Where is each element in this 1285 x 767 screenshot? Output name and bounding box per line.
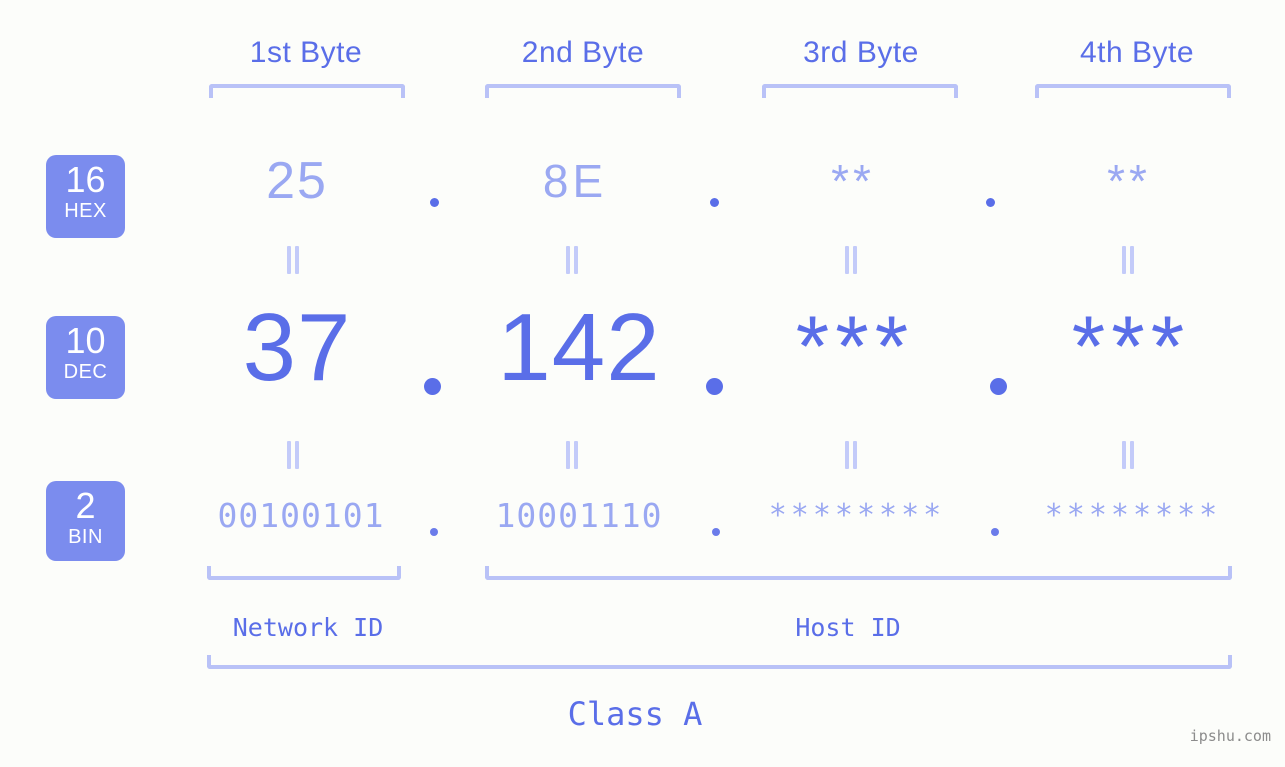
dec-separator-dot-2 bbox=[706, 378, 723, 395]
bin-separator-dot-3 bbox=[991, 528, 999, 536]
base-badge-dec-abbr: DEC bbox=[63, 361, 108, 383]
host-id-bracket bbox=[485, 566, 1232, 580]
host-id-label: Host ID bbox=[795, 613, 901, 642]
dec-byte-3: *** bbox=[795, 299, 915, 395]
hex-byte-3: ** bbox=[831, 155, 875, 207]
dec-byte-2: 142 bbox=[497, 294, 661, 401]
dec-byte-1: 37 bbox=[242, 294, 352, 401]
site-watermark: ipshu.com bbox=[1189, 727, 1271, 745]
hex-separator-dot-3 bbox=[986, 198, 995, 207]
dec-separator-dot-1 bbox=[424, 378, 441, 395]
base-badge-dec: 10 DEC bbox=[46, 316, 125, 399]
bin-byte-1: 00100101 bbox=[217, 496, 385, 535]
base-badge-hex-number: 16 bbox=[65, 159, 106, 200]
hex-separator-dot-2 bbox=[710, 198, 719, 207]
bin-separator-dot-2 bbox=[712, 528, 720, 536]
base-badge-hex-abbr: HEX bbox=[64, 200, 107, 222]
base-badge-dec-number: 10 bbox=[65, 320, 106, 361]
byte-header-1: 1st Byte bbox=[249, 36, 363, 69]
byte-bracket-3 bbox=[762, 84, 958, 98]
dec-separator-dot-3 bbox=[990, 378, 1007, 395]
class-label: Class A bbox=[567, 695, 703, 733]
base-badge-hex: 16 HEX bbox=[46, 155, 125, 238]
base-badge-bin-abbr: BIN bbox=[68, 526, 103, 548]
network-id-label: Network ID bbox=[232, 613, 384, 642]
hex-byte-1: 25 bbox=[266, 152, 328, 210]
hex-separator-dot-1 bbox=[430, 198, 439, 207]
bin-byte-3: ******** bbox=[768, 498, 946, 533]
class-bracket bbox=[207, 655, 1232, 669]
byte-bracket-2 bbox=[485, 84, 681, 98]
hex-byte-2: 8E bbox=[542, 155, 608, 207]
byte-header-4: 4th Byte bbox=[1079, 36, 1195, 69]
ip-address-breakdown-diagram: 1st Byte 2nd Byte 3rd Byte 4th Byte 16 H… bbox=[0, 0, 1285, 767]
equality-mark-dec-bin-1 bbox=[285, 441, 301, 469]
equality-mark-hex-dec-1 bbox=[285, 246, 301, 274]
equality-mark-dec-bin-2 bbox=[564, 441, 580, 469]
hex-byte-4: ** bbox=[1107, 155, 1151, 207]
base-badge-bin-number: 2 bbox=[75, 485, 96, 526]
byte-bracket-4 bbox=[1035, 84, 1231, 98]
byte-header-3: 3rd Byte bbox=[803, 36, 919, 69]
equality-mark-hex-dec-3 bbox=[843, 246, 859, 274]
bin-byte-4: ******** bbox=[1044, 498, 1222, 533]
equality-mark-dec-bin-3 bbox=[843, 441, 859, 469]
network-id-bracket bbox=[207, 566, 401, 580]
bin-byte-2: 10001110 bbox=[495, 496, 663, 535]
bin-separator-dot-1 bbox=[430, 528, 438, 536]
equality-mark-hex-dec-2 bbox=[564, 246, 580, 274]
base-badge-bin: 2 BIN bbox=[46, 481, 125, 561]
byte-bracket-1 bbox=[209, 84, 405, 98]
equality-mark-hex-dec-4 bbox=[1120, 246, 1136, 274]
equality-mark-dec-bin-4 bbox=[1120, 441, 1136, 469]
dec-byte-4: *** bbox=[1071, 299, 1191, 395]
byte-header-2: 2nd Byte bbox=[521, 36, 645, 69]
